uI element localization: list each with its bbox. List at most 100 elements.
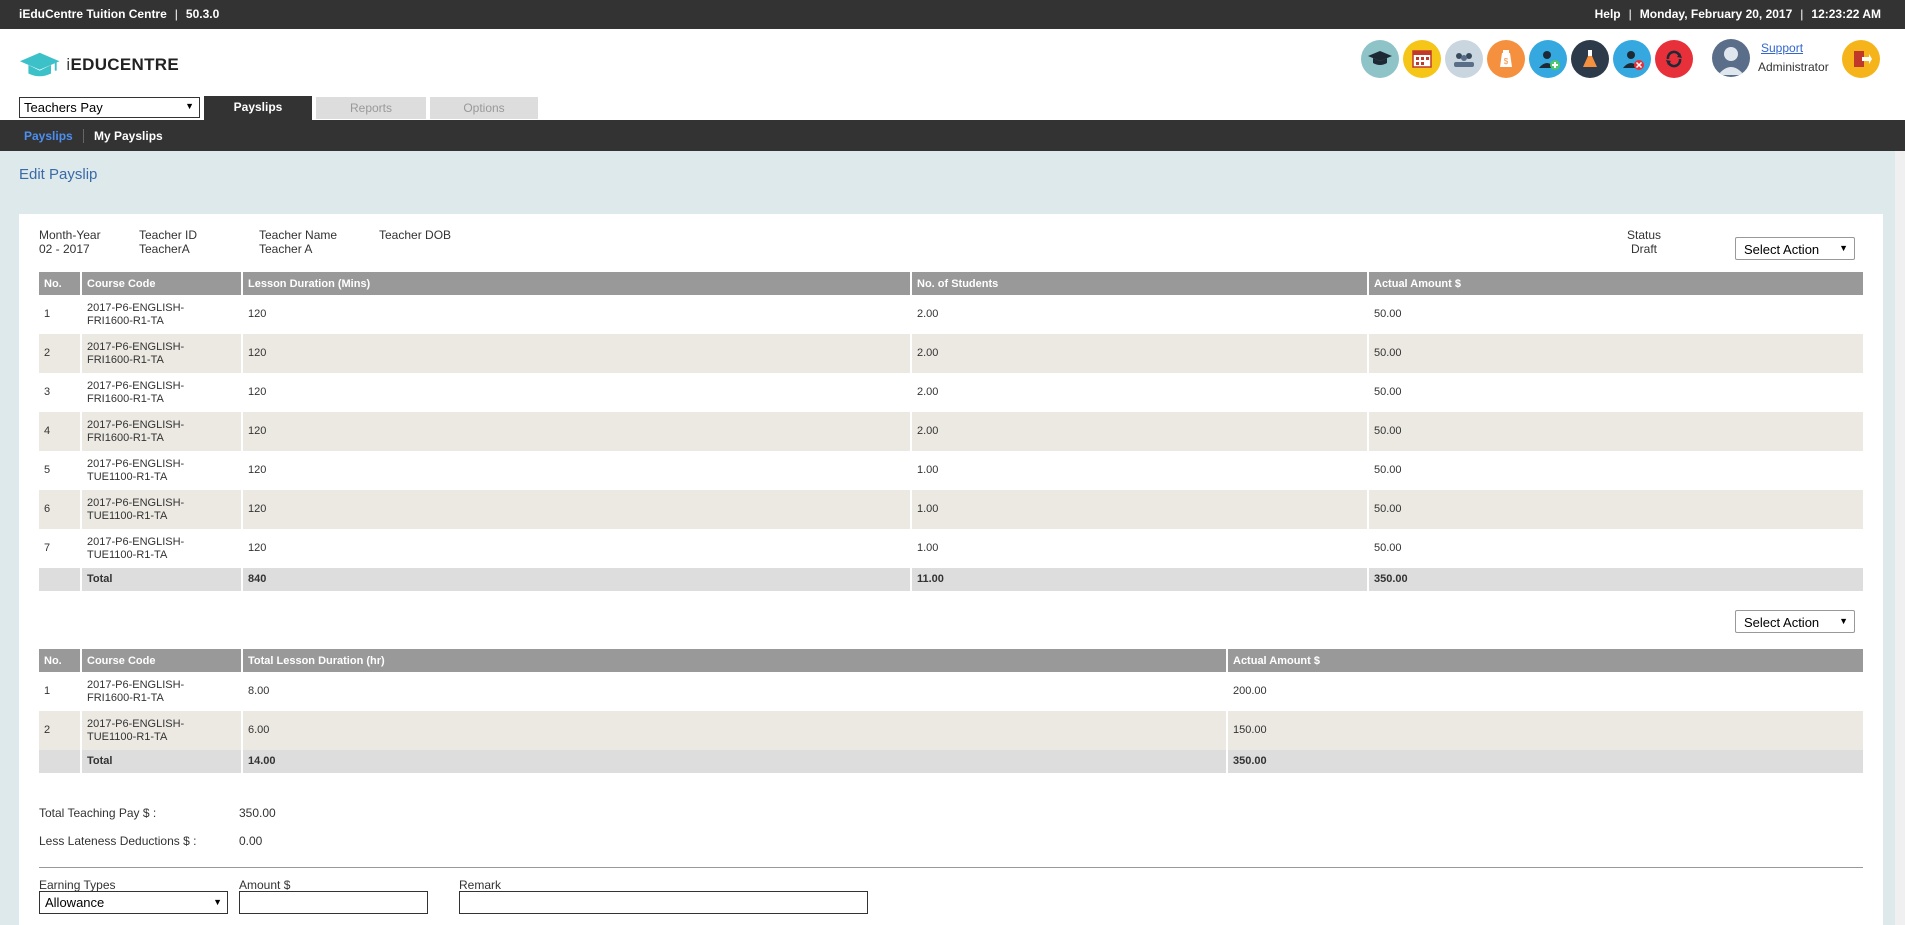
lab-flask-icon[interactable] [1571,40,1609,78]
course-code: 2017-P6-ENGLISH- TUE1100-R1-TA [81,529,243,568]
actual-amount: 50.00 [1374,308,1402,320]
logo-brand: EDUCENTRE [70,55,179,74]
teacher-id-label: Teacher ID [139,228,198,242]
table-row[interactable]: 2 2017-P6-ENGLISH- FRI1600-R1-TA 120 2.00… [39,334,1863,373]
tab-reports[interactable]: Reports [316,97,426,119]
total-lesson-duration: 8.00 [242,672,1228,711]
lateness-deduction-label: Less Lateness Deductions $ : [39,834,197,848]
total-row: Total 840 11.00 350.00 [39,568,1863,591]
row-number: 6 [39,490,82,529]
select-action-dropdown-2[interactable]: Select Action ▼ [1735,610,1855,633]
calendar-icon[interactable] [1403,40,1441,78]
remark-input[interactable] [459,891,868,914]
app-version: 50.3.0 [185,7,220,21]
lesson-duration: 120 [242,490,912,529]
row-number: 3 [39,373,82,412]
row-number: 5 [39,451,82,490]
earning-type-value: Allowance [45,895,105,910]
graduation-cap-icon [19,52,60,77]
add-teacher-icon[interactable] [1529,40,1567,78]
column-header[interactable]: No. [39,272,82,295]
sync-icon[interactable] [1655,40,1693,78]
help-link[interactable]: Help [1595,7,1621,21]
meta-month-year: Month-Year 02 - 2017 [39,228,101,256]
column-header[interactable]: No. of Students [911,272,1369,295]
lesson-duration: 120 [242,529,912,568]
student-count: 1.00 [911,451,1369,490]
earning-type-select[interactable]: Allowance ▼ [39,891,228,914]
page-title: Edit Payslip [19,166,98,183]
table-row[interactable]: 1 2017-P6-ENGLISH- FRI1600-R1-TA 120 2.00… [39,295,1863,334]
student-count: 1.00 [911,490,1369,529]
total-amount: 350.00 [1368,568,1863,591]
chevron-down-icon: ▼ [185,101,194,111]
student-count: 2.00 [911,373,1369,412]
vertical-scrollbar[interactable] [1895,151,1905,925]
teaching-pay-label: Total Teaching Pay $ : [39,806,157,820]
main-content: Edit Payslip Month-Year 02 - 2017 Teache… [0,151,1895,925]
payment-bag-icon[interactable]: $ [1487,40,1525,78]
app-title: iEduCentre Tuition Centre | 50.3.0 [19,7,220,21]
meta-teacher-name: Teacher Name Teacher A [259,228,337,256]
column-header[interactable]: Actual Amount $ [1368,272,1863,295]
brand-logo[interactable]: iEDUCENTRE [19,48,179,82]
column-header[interactable]: Lesson Duration (Mins) [242,272,912,295]
total-students: 11.00 [911,568,1369,591]
actual-amount: 50.00 [1374,386,1402,398]
course-code: 2017-P6-ENGLISH- TUE1100-R1-TA [81,451,243,490]
module-shortcuts: $ [1361,40,1697,78]
lesson-duration: 120 [242,451,912,490]
current-date: Monday, February 20, 2017 [1639,7,1793,21]
total-row: Total 14.00 350.00 [39,750,1863,773]
subnav-my-payslips[interactable]: My Payslips [94,129,163,143]
table-row[interactable]: 7 2017-P6-ENGLISH- TUE1100-R1-TA 120 1.00… [39,529,1863,568]
student-count: 2.00 [911,334,1369,373]
logout-button[interactable] [1842,40,1880,78]
amount-input[interactable] [239,891,428,914]
meta-status: Status Draft [1627,228,1661,256]
remark-label: Remark [459,878,502,892]
table-row[interactable]: 1 2017-P6-ENGLISH- FRI1600-R1-TA 8.00 200… [39,672,1863,711]
column-header[interactable]: Course Code [81,272,243,295]
course-code: 2017-P6-ENGLISH- FRI1600-R1-TA [81,672,243,711]
group-icon[interactable] [1445,40,1483,78]
total-duration: 14.00 [242,750,1228,773]
column-header[interactable]: Total Lesson Duration (hr) [242,649,1228,672]
lateness-deduction-value: 0.00 [239,834,263,848]
current-time: 12:23:22 AM [1811,7,1881,21]
tab-payslips[interactable]: Payslips [204,96,312,121]
subnav-payslips[interactable]: Payslips [24,129,73,143]
table-row[interactable]: 2 2017-P6-ENGLISH- TUE1100-R1-TA 6.00 150… [39,711,1863,750]
table-row[interactable]: 6 2017-P6-ENGLISH- TUE1100-R1-TA 120 1.00… [39,490,1863,529]
user-role: Administrator [1758,60,1829,74]
row-number: 1 [39,672,82,711]
module-select[interactable]: Teachers Pay ▼ [19,97,200,118]
select-action-label: Select Action [1744,242,1820,257]
support-link[interactable]: Support [1761,41,1803,55]
svg-text:$: $ [1504,57,1509,66]
student-count: 2.00 [911,412,1369,451]
teacher-name-value: Teacher A [259,242,313,256]
select-action-dropdown-1[interactable]: Select Action ▼ [1735,237,1855,260]
actual-amount: 200.00 [1233,685,1267,697]
actual-amount: 50.00 [1368,412,1863,451]
avatar[interactable] [1712,39,1750,77]
row-number: 7 [39,529,82,568]
remove-user-icon[interactable] [1613,40,1651,78]
actual-amount: 150.00 [1227,711,1863,750]
actual-amount: 50.00 [1368,334,1863,373]
divider [39,867,1863,868]
table-row[interactable]: 4 2017-P6-ENGLISH- FRI1600-R1-TA 120 2.00… [39,412,1863,451]
graduation-cap-icon[interactable] [1361,40,1399,78]
logout-door-icon [1854,51,1872,67]
column-header[interactable]: No. [39,649,82,672]
row-number: 1 [39,295,82,334]
column-header[interactable]: Course Code [81,649,243,672]
table-row[interactable]: 5 2017-P6-ENGLISH- TUE1100-R1-TA 120 1.00… [39,451,1863,490]
table-row[interactable]: 3 2017-P6-ENGLISH- FRI1600-R1-TA 120 2.00… [39,373,1863,412]
student-count: 1.00 [911,529,1369,568]
lesson-duration: 120 [242,295,912,334]
column-header[interactable]: Actual Amount $ [1227,649,1863,672]
teacher-name-label: Teacher Name [259,228,338,242]
tab-options[interactable]: Options [430,97,538,119]
